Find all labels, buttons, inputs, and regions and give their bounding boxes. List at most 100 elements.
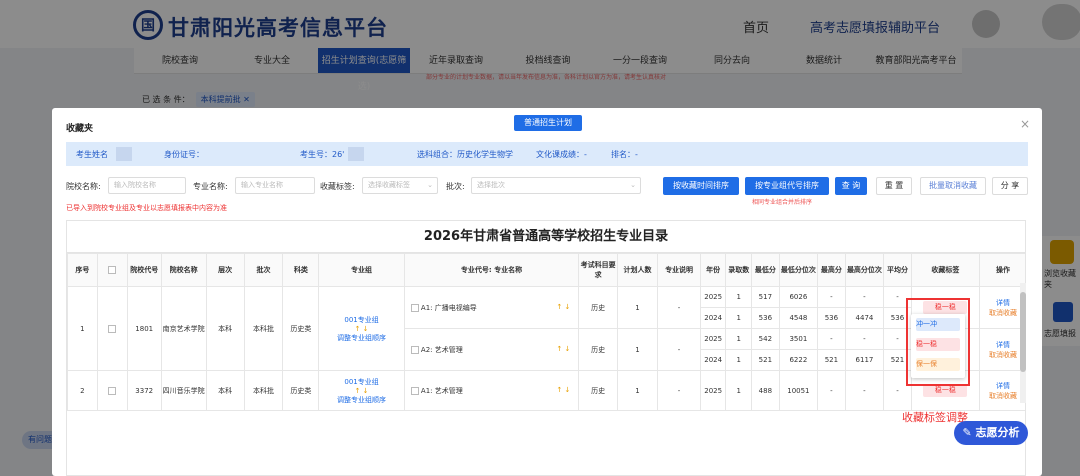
group-link[interactable]: 001专业组 [319,377,403,387]
row-checkbox-cell[interactable] [96,370,128,411]
plan-count: 1 [616,328,659,371]
exam-no-label: 考生号： [300,149,332,159]
name-label: 考生姓名 [76,149,108,159]
sort-by-time-button[interactable]: 按收藏时间排序 [663,177,739,195]
volunteer-analysis-button[interactable]: ✎ 志愿分析 [954,421,1028,445]
category: 历史类 [282,370,320,411]
major-name-label: 专业名称: [193,182,228,191]
up-down-arrows-icon[interactable]: ↑ ↓ [319,325,403,333]
major-name: A2: 艺术管理 [420,345,463,354]
table-title: 2026年甘肃省普通高等学校招生专业目录 [67,221,1025,253]
col-category: 科类 [282,253,320,287]
min-score: 536 [751,307,780,329]
reset-button[interactable]: 重 置 [876,177,912,195]
group-cell: 001专业组 ↑ ↓ 调整专业组顺序 [318,370,405,411]
query-button[interactable]: 查 询 [835,177,867,195]
modal-title: 收藏夹 [66,124,94,134]
col-admitted: 录取数 [725,253,752,287]
major-note: - [657,370,701,411]
year: 2024 [699,349,727,371]
major-name: A1: 广播电视编导 [420,303,477,312]
col-fav-tag: 收藏标签 [910,253,981,287]
batch-select[interactable]: 选择批次 ⌄ [471,177,641,194]
year: 2025 [699,370,727,411]
id-label: 身份证号： [164,149,204,159]
chevron-down-icon: ⌄ [427,181,433,189]
major-checkbox[interactable] [410,345,419,354]
min-rank: 6026 [778,286,819,308]
max-rank: - [844,286,885,308]
col-level: 层次 [205,253,245,287]
batch-cancel-button[interactable]: 批量取消收藏 [920,177,986,195]
major-cell: A2: 艺术管理 ↑ ↓ [403,328,580,371]
exam-no-value: 26' [332,149,345,159]
min-rank: 4548 [778,307,819,329]
school-name-label: 院校名称: [66,182,101,191]
major-checkbox[interactable] [410,386,419,395]
subject-req: 历史 [578,328,618,371]
masked-name [116,147,132,161]
school-name: 南京艺术学院 [160,286,207,371]
table-header-row: 序号 院校代号 院校名称 层次 批次 科类 专业组 专业代号: 专业名称 考试科… [67,253,1025,287]
col-school-code: 院校代号 [126,253,162,287]
col-batch: 批次 [243,253,284,287]
max-rank: - [844,370,885,411]
row-checkbox-cell[interactable] [96,286,128,371]
row-seq: 1 [67,286,98,371]
admitted: 1 [725,328,752,350]
sort-hint: 相同专业组合并后排序 [752,199,813,206]
col-major-note: 专业说明 [657,253,701,287]
plan-table: 2026年甘肃省普通高等学校招生专业目录 序号 院校代号 院校名称 层次 批次 … [66,220,1026,476]
import-warning: 已导入到院校专业组及专业以志愿填报表中内容为准 [66,204,227,212]
up-down-arrows-icon[interactable]: ↑ ↓ [556,386,570,394]
min-score: 521 [751,349,780,371]
table-scroll-thumb[interactable] [1020,292,1026,372]
sort-by-group-button[interactable]: 按专业组代号排序 [745,177,829,195]
general-plan-button[interactable]: 普通招生计划 [514,115,582,131]
level: 本科 [205,286,245,371]
year: 2025 [699,328,727,350]
major-name: A1: 艺术管理 [420,386,463,395]
col-min-rank: 最低分位次 [778,253,819,287]
adjust-group-order-link[interactable]: 调整专业组顺序 [319,333,403,343]
close-icon[interactable]: × [1020,117,1030,131]
adjust-group-order-link[interactable]: 调整专业组顺序 [319,395,403,405]
col-max-score: 最高分 [817,253,846,287]
major-cell: A1: 艺术管理 ↑ ↓ [403,370,580,411]
max-score: - [817,286,846,308]
max-rank: 4474 [844,307,885,329]
col-min-score: 最低分 [751,253,780,287]
min-score: 542 [751,328,780,350]
min-score: 488 [751,370,780,411]
table-row: 1 1801 南京艺术学院 本科 本科批 历史类 001专业组 ↑ ↓ 调整专业… [67,286,1025,371]
col-plan-count: 计划人数 [616,253,659,287]
fav-tag-select[interactable]: 选择收藏标签 ⌄ [362,177,438,194]
school-code: 1801 [126,286,162,371]
culture-score: 文化课成绩：- [536,149,587,159]
major-checkbox[interactable] [410,303,419,312]
col-select[interactable] [96,253,128,287]
select-all-checkbox[interactable] [108,266,117,274]
up-down-arrows-icon[interactable]: ↑ ↓ [556,345,570,353]
share-button[interactable]: 分 享 [992,177,1028,195]
group-link[interactable]: 001专业组 [319,315,403,325]
col-major: 专业代号: 专业名称 [403,253,580,287]
annotation-highlight-box [906,298,970,386]
row-checkbox[interactable] [108,324,117,333]
col-year: 年份 [699,253,727,287]
up-down-arrows-icon[interactable]: ↑ ↓ [556,303,570,311]
max-score: - [817,370,846,411]
school-name-input[interactable]: 输入院校名称 [108,177,186,194]
up-down-arrows-icon[interactable]: ↑ ↓ [319,387,403,395]
school-name: 四川音乐学院 [160,370,207,411]
major-name-input[interactable]: 输入专业名称 [235,177,315,194]
school-code: 3372 [126,370,162,411]
favorites-modal: 收藏夹 普通招生计划 × 考生姓名 身份证号： 考生号： 26' 选科组合：历史… [52,108,1042,476]
student-info-bar: 考生姓名 身份证号： 考生号： 26' 选科组合：历史化学生物学 文化课成绩：-… [66,142,1028,166]
year: 2024 [699,307,727,329]
row-checkbox[interactable] [108,386,117,395]
min-rank: 10051 [778,370,819,411]
admitted: 1 [725,370,752,411]
batch-label: 批次: [446,182,465,191]
level: 本科 [205,370,245,411]
